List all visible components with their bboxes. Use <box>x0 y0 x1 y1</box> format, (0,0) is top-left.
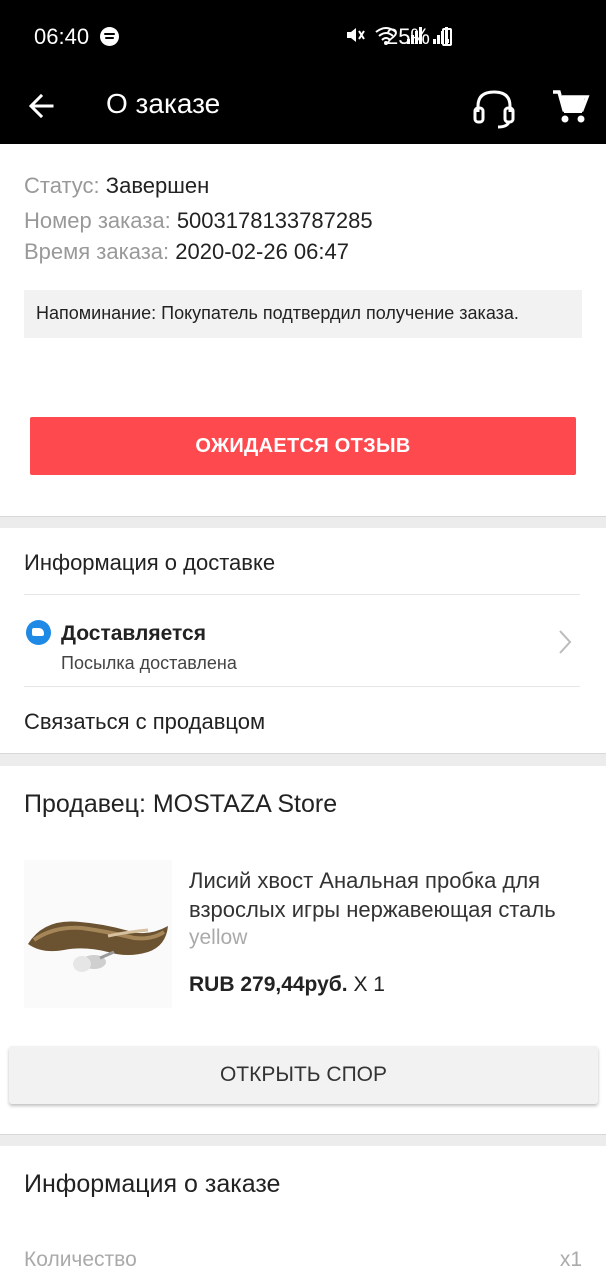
headset-icon[interactable] <box>470 86 518 130</box>
section-divider <box>0 1134 606 1146</box>
status-label: Статус: <box>24 173 100 198</box>
product-title-line2: взрослых игры нержавеющая сталь <box>189 897 556 922</box>
app-bar: О заказе <box>0 72 606 144</box>
battery-percent: 25% <box>385 24 430 49</box>
order-time-label: Время заказа: <box>24 239 170 264</box>
battery-icon <box>442 28 452 46</box>
product-price-row: RUB 279,44руб. X 1 <box>189 973 385 997</box>
section-divider <box>0 753 606 766</box>
product-quantity: X 1 <box>347 973 385 996</box>
product-title-line1: Лисий хвост Анальная пробка для <box>189 868 541 893</box>
divider <box>24 686 580 687</box>
product-title[interactable]: Лисий хвост Анальная пробка для взрослых… <box>189 866 589 924</box>
product-price: RUB 279,44руб. <box>189 973 348 996</box>
quantity-label: Количество <box>24 1248 137 1271</box>
mute-icon <box>347 28 365 42</box>
page-title: О заказе <box>106 88 221 119</box>
delivery-header: Информация о доставке <box>24 550 276 575</box>
awaiting-review-button[interactable]: ОЖИДАЕТСЯ ОТЗЫВ <box>30 417 576 475</box>
contact-seller-link[interactable]: Связаться с продавцом <box>24 709 265 735</box>
chevron-right-icon <box>559 630 572 654</box>
order-number-row: Номер заказа: 5003178133787285 <box>24 208 373 234</box>
product-image[interactable] <box>24 860 172 1008</box>
seller-name: Продавец: MOSTAZA Store <box>24 790 338 818</box>
status-value: Завершен <box>105 173 210 198</box>
quantity-value: x1 <box>559 1248 582 1271</box>
order-number-value: 5003178133787285 <box>176 208 373 233</box>
divider <box>24 594 580 595</box>
cart-icon[interactable] <box>550 86 590 126</box>
spotify-icon <box>100 27 119 46</box>
section-divider <box>0 516 606 528</box>
order-info-header: Информация о заказе <box>24 1170 281 1198</box>
order-summary: Статус: Завершен Номер заказа: 500317813… <box>0 144 606 516</box>
order-status-row: Статус: Завершен <box>24 173 209 199</box>
order-time-value: 2020-02-26 06:47 <box>175 239 349 264</box>
seller-section: Продавец: MOSTAZA Store Лисий хвост Анал… <box>0 766 606 1134</box>
reminder-notice: Напоминание: Покупатель подтвердил получ… <box>24 290 582 338</box>
back-arrow-icon[interactable] <box>24 88 60 124</box>
order-info-section: Информация о заказе Количество x1 <box>0 1146 606 1280</box>
status-bar: 06:40 25% <box>0 0 606 72</box>
delivery-status: Доставляется <box>61 622 206 645</box>
delivery-section: Информация о доставке Доставляется Посыл… <box>0 528 606 753</box>
order-number-label: Номер заказа: <box>24 208 171 233</box>
order-time-row: Время заказа: 2020-02-26 06:47 <box>24 239 349 265</box>
product-variant: yellow <box>189 926 248 949</box>
truck-icon <box>26 620 51 645</box>
clock: 06:40 <box>34 24 90 49</box>
delivery-substatus: Посылка доставлена <box>61 653 237 673</box>
open-dispute-button[interactable]: ОТКРЫТЬ СПОР <box>9 1046 598 1104</box>
